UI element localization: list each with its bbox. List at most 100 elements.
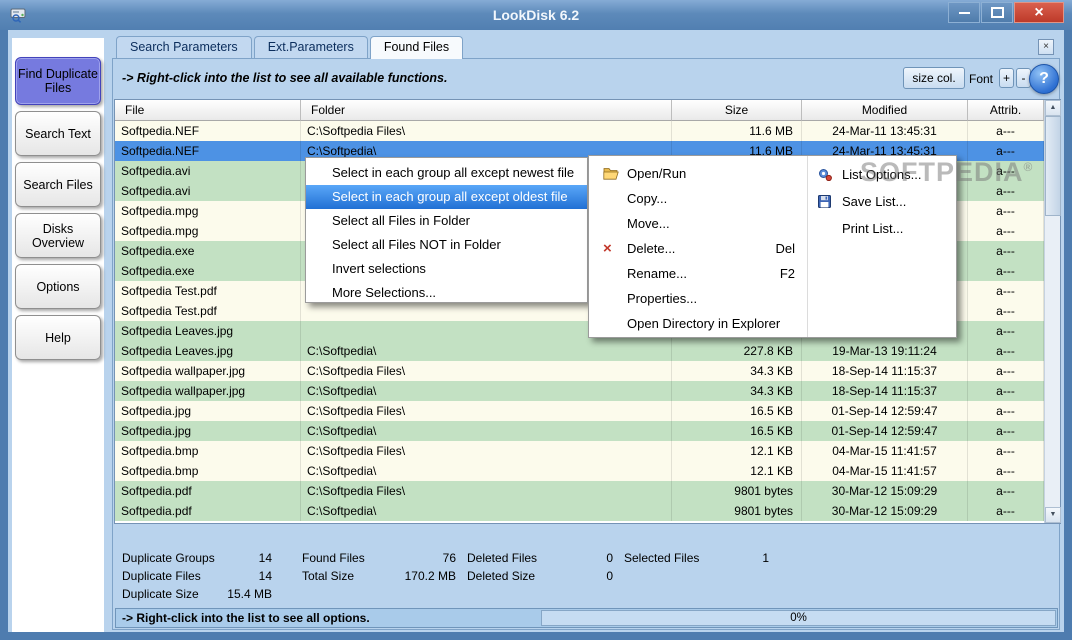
cell-attrib: a---	[968, 181, 1044, 201]
cell-file: Softpedia.bmp	[115, 441, 301, 461]
stat-item: Duplicate Size15.4 MB	[122, 585, 272, 603]
maximize-button[interactable]	[981, 2, 1013, 23]
cell-file: Softpedia.avi	[115, 181, 301, 201]
sidebar-item-help[interactable]: Help	[15, 315, 101, 360]
menu-item-more-selections[interactable]: More Selections...	[306, 281, 587, 305]
cell-size: 9801 bytes	[672, 501, 802, 521]
column-header-modified[interactable]: Modified	[802, 100, 968, 121]
cell-modified: 04-Mar-15 11:41:57	[802, 441, 968, 461]
stats-column: Found Files76Total Size170.2 MB	[302, 549, 456, 585]
stat-label: Duplicate Files	[122, 567, 201, 585]
menu-item-move[interactable]: Move...	[589, 211, 807, 236]
cell-folder: C:\Softpedia\	[301, 421, 672, 441]
cell-attrib: a---	[968, 161, 1044, 181]
column-header-file[interactable]: File	[115, 100, 301, 121]
menu-shortcut: F2	[780, 266, 795, 281]
menu-item-rename[interactable]: Rename...F2	[589, 261, 807, 286]
menu-item-select-all-files-in-folder[interactable]: Select all Files in Folder	[306, 209, 587, 233]
cell-attrib: a---	[968, 301, 1044, 321]
cell-file: Softpedia Test.pdf	[115, 301, 301, 321]
titlebar[interactable]: LookDisk 6.2 ×	[0, 0, 1072, 30]
scrollbar-thumb[interactable]	[1045, 116, 1061, 216]
close-button[interactable]: ×	[1014, 2, 1064, 23]
table-row[interactable]: Softpedia.pdfC:\Softpedia Files\9801 byt…	[115, 481, 1044, 501]
sidebar-item-disks-overview[interactable]: Disks Overview	[15, 213, 101, 258]
menu-item-copy[interactable]: Copy...	[589, 186, 807, 211]
menu-item-list-options[interactable]: List Options...	[808, 161, 957, 188]
app-window: LookDisk 6.2 × Find Duplicate Files Searc…	[0, 0, 1072, 640]
cell-attrib: a---	[968, 241, 1044, 261]
scroll-up-button[interactable]: ▲	[1045, 100, 1061, 116]
tab-found-files[interactable]: Found Files	[370, 36, 463, 59]
delete-icon: ×	[603, 241, 627, 256]
stat-label: Total Size	[302, 567, 354, 585]
column-header-folder[interactable]: Folder	[301, 100, 672, 121]
cell-attrib: a---	[968, 121, 1044, 141]
stat-label: Duplicate Groups	[122, 549, 215, 567]
cell-size: 12.1 KB	[672, 441, 802, 461]
table-row[interactable]: Softpedia Leaves.jpgC:\Softpedia\227.8 K…	[115, 341, 1044, 361]
scroll-down-button[interactable]: ▼	[1045, 507, 1061, 523]
menu-item-save-list[interactable]: Save List...	[808, 188, 957, 215]
cell-attrib: a---	[968, 281, 1044, 301]
menu-item-invert-selections[interactable]: Invert selections	[306, 257, 587, 281]
status-hint: -> Right-click into the list to see all …	[122, 609, 370, 627]
cell-file: Softpedia Leaves.jpg	[115, 341, 301, 361]
cell-file: Softpedia.pdf	[115, 501, 301, 521]
minimize-button[interactable]	[948, 2, 980, 23]
column-header-size[interactable]: Size	[672, 100, 802, 121]
help-icon[interactable]: ?	[1029, 64, 1059, 94]
menu-item-select-all-files-not-in-folder[interactable]: Select all Files NOT in Folder	[306, 233, 587, 257]
menu-item-open-run[interactable]: Open/Run	[589, 161, 807, 186]
cell-attrib: a---	[968, 321, 1044, 341]
sidebar-item-search-files[interactable]: Search Files	[15, 162, 101, 207]
menu-item-delete[interactable]: ×Delete...Del	[589, 236, 807, 261]
font-increase-button[interactable]: +	[999, 68, 1014, 88]
folder-icon	[603, 167, 627, 180]
stat-value: 76	[443, 549, 456, 567]
cell-attrib: a---	[968, 381, 1044, 401]
cell-modified: 04-Mar-15 11:41:57	[802, 461, 968, 481]
cell-file: Softpedia.NEF	[115, 141, 301, 161]
table-row[interactable]: Softpedia.NEFC:\Softpedia Files\11.6 MB2…	[115, 121, 1044, 141]
table-row[interactable]: Softpedia.jpgC:\Softpedia\16.5 KB01-Sep-…	[115, 421, 1044, 441]
tab-strip: Search ParametersExt.ParametersFound Fil…	[116, 36, 463, 59]
menu-item-properties[interactable]: Properties...	[589, 286, 807, 311]
menu-item-label: Open Directory in Explorer	[627, 316, 795, 331]
table-row[interactable]: Softpedia.pdfC:\Softpedia\9801 bytes30-M…	[115, 501, 1044, 521]
size-col-button[interactable]: size col.	[903, 67, 965, 89]
cell-size: 11.6 MB	[672, 121, 802, 141]
cell-attrib: a---	[968, 221, 1044, 241]
menu-item-select-in-each-group-all-except-oldest-file[interactable]: Select in each group all except oldest f…	[306, 185, 587, 209]
stat-label: Found Files	[302, 549, 365, 567]
table-row[interactable]: Softpedia wallpaper.jpgC:\Softpedia File…	[115, 361, 1044, 381]
stats-column: Selected Files1	[624, 549, 769, 567]
column-header-attrib[interactable]: Attrib.	[968, 100, 1044, 121]
cell-attrib: a---	[968, 401, 1044, 421]
cell-attrib: a---	[968, 481, 1044, 501]
table-row[interactable]: Softpedia wallpaper.jpgC:\Softpedia\34.3…	[115, 381, 1044, 401]
menu-item-open-directory-in-explorer[interactable]: Open Directory in Explorer	[589, 311, 807, 336]
stat-value: 1	[762, 549, 769, 567]
minimize-icon	[959, 12, 970, 14]
cell-attrib: a---	[968, 361, 1044, 381]
cell-file: Softpedia.NEF	[115, 121, 301, 141]
cell-attrib: a---	[968, 421, 1044, 441]
vertical-scrollbar[interactable]: ▲ ▼	[1044, 100, 1060, 523]
tab-panel-close-button[interactable]: ×	[1038, 39, 1054, 55]
cell-file: Softpedia.bmp	[115, 461, 301, 481]
table-row[interactable]: Softpedia.bmpC:\Softpedia Files\12.1 KB0…	[115, 441, 1044, 461]
table-row[interactable]: Softpedia.jpgC:\Softpedia Files\16.5 KB0…	[115, 401, 1044, 421]
cell-size: 16.5 KB	[672, 421, 802, 441]
cell-modified: 18-Sep-14 11:15:37	[802, 381, 968, 401]
sidebar-item-options[interactable]: Options	[15, 264, 101, 309]
table-row[interactable]: Softpedia.bmpC:\Softpedia\12.1 KB04-Mar-…	[115, 461, 1044, 481]
sidebar-item-find-duplicate-files[interactable]: Find Duplicate Files	[15, 57, 101, 105]
tab-ext-parameters[interactable]: Ext.Parameters	[254, 36, 368, 58]
stat-value: 14	[259, 549, 272, 567]
sidebar-item-search-text[interactable]: Search Text	[15, 111, 101, 156]
tab-search-parameters[interactable]: Search Parameters	[116, 36, 252, 58]
cell-modified: 01-Sep-14 12:59:47	[802, 401, 968, 421]
menu-item-select-in-each-group-all-except-newest-file[interactable]: Select in each group all except newest f…	[306, 161, 587, 185]
menu-item-print-list[interactable]: Print List...	[808, 215, 957, 242]
